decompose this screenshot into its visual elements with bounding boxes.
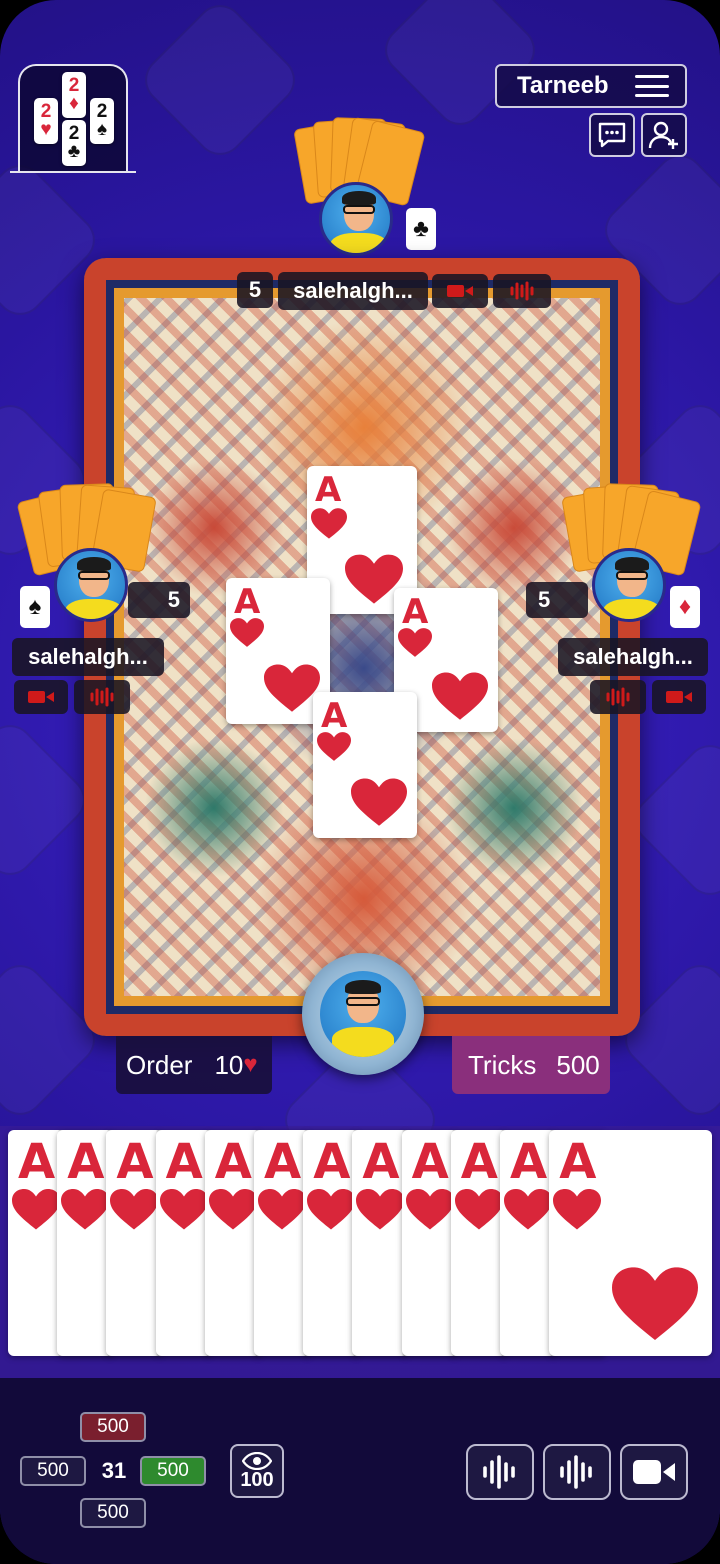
- heart-icon: [159, 1189, 208, 1230]
- score-center: 31: [101, 1458, 127, 1483]
- video-button[interactable]: [620, 1444, 688, 1500]
- top-player-name: salehalgh...: [278, 272, 428, 310]
- trump-card-clubs: 2 ♣: [62, 120, 86, 166]
- chat-icon: [598, 122, 626, 148]
- heart-icon: [553, 1189, 602, 1230]
- card-rank: A: [116, 1134, 154, 1190]
- trump-card-hearts: 2 ♥: [34, 98, 58, 144]
- spectator-count: 100: [240, 1469, 274, 1491]
- card-rank: A: [411, 1134, 449, 1190]
- heart-icon: [504, 1189, 552, 1230]
- chat-button[interactable]: [589, 113, 635, 157]
- my-avatar[interactable]: [302, 953, 424, 1075]
- heart-icon: [356, 1189, 405, 1230]
- heart-icon: [230, 618, 264, 647]
- hand-card[interactable]: A: [549, 1130, 712, 1356]
- order-suit: ♥: [243, 1051, 258, 1078]
- card-rank: A: [18, 1134, 56, 1190]
- heart-icon: [611, 1267, 698, 1340]
- heart-icon: [351, 778, 407, 826]
- score-right: 500: [140, 1456, 206, 1486]
- hamburger-icon: [635, 75, 669, 97]
- order-label: Order: [126, 1049, 193, 1080]
- heart-icon: [208, 1189, 257, 1230]
- game-title: Tarneeb: [517, 72, 609, 99]
- right-player-video-toggle[interactable]: [652, 680, 706, 714]
- top-player-count: 5: [237, 272, 273, 308]
- score-top: 500: [80, 1412, 146, 1442]
- card-rank: A: [362, 1134, 400, 1190]
- top-player-avatar[interactable]: [319, 182, 393, 256]
- trump-card-diamonds: 2 ♦: [62, 72, 86, 118]
- right-player-count: 5: [526, 582, 588, 618]
- card-rank: A: [165, 1134, 203, 1190]
- played-card-bottom: A: [313, 692, 417, 838]
- top-player-bid-suit: ♣: [406, 208, 436, 250]
- add-user-icon: [648, 121, 678, 149]
- left-player-count: 5: [128, 582, 190, 618]
- left-player-audio-toggle[interactable]: [74, 680, 130, 714]
- audio-wave-icon: [560, 1455, 592, 1489]
- audio-wave-icon: [90, 687, 114, 707]
- trump-indicator: 2 ♥ 2 ♦ 2 ♣ 2 ♠: [18, 64, 128, 172]
- heart-icon: [264, 664, 320, 712]
- spectators-button[interactable]: 100: [230, 1444, 284, 1498]
- left-player-name: salehalgh...: [12, 638, 164, 676]
- top-player-video-toggle[interactable]: [432, 274, 488, 308]
- left-player-avatar[interactable]: [54, 548, 128, 622]
- heart-icon: [405, 1189, 454, 1230]
- top-player-audio-toggle[interactable]: [493, 274, 551, 308]
- heart-icon: [398, 628, 432, 657]
- left-player-bid-suit: ♠: [20, 586, 50, 628]
- order-display: Order 10 ♥: [116, 1036, 272, 1094]
- heart-icon: [432, 672, 488, 720]
- score-bottom: 500: [80, 1498, 146, 1528]
- card-rank: A: [264, 1134, 302, 1190]
- right-player-audio-toggle[interactable]: [590, 680, 646, 714]
- heart-icon: [307, 1189, 356, 1230]
- game-table-carpet: [84, 258, 640, 1036]
- trump-card-spades: 2 ♠: [90, 98, 114, 144]
- audio-button[interactable]: [543, 1444, 611, 1500]
- voice-button[interactable]: [466, 1444, 534, 1500]
- video-camera-icon: [633, 1460, 675, 1484]
- heart-icon: [454, 1189, 503, 1230]
- heart-icon: [311, 508, 347, 539]
- order-value: 10: [214, 1049, 244, 1080]
- card-rank: A: [559, 1134, 597, 1190]
- left-player-video-toggle[interactable]: [14, 680, 68, 714]
- invite-player-button[interactable]: [641, 113, 687, 157]
- card-rank: A: [460, 1134, 498, 1190]
- score-left: 500: [20, 1456, 86, 1486]
- right-player-avatar[interactable]: [592, 548, 666, 622]
- eye-icon: [242, 1452, 272, 1470]
- tricks-value: 500: [556, 1049, 600, 1080]
- heart-icon: [110, 1189, 159, 1230]
- card-rank: A: [214, 1134, 252, 1190]
- card-rank: A: [313, 1134, 351, 1190]
- audio-wave-icon: [606, 687, 630, 707]
- heart-icon: [61, 1189, 110, 1230]
- right-player-bid-suit: ♦: [670, 586, 700, 628]
- tricks-label: Tricks: [468, 1049, 537, 1080]
- card-rank: A: [67, 1134, 105, 1190]
- card-rank: A: [510, 1134, 548, 1190]
- tricks-display: Tricks 500: [452, 1036, 610, 1094]
- heart-icon: [12, 1189, 60, 1230]
- video-camera-icon: [447, 285, 473, 297]
- audio-wave-icon: [483, 1455, 515, 1489]
- video-camera-icon: [28, 691, 54, 703]
- heart-icon: [317, 732, 351, 761]
- divider: [10, 171, 136, 173]
- audio-wave-icon: [510, 281, 534, 301]
- video-camera-icon: [666, 691, 692, 703]
- game-screen: 2 ♥ 2 ♦ 2 ♣ 2 ♠ Tarneeb ♣ 5 salehalgh...…: [0, 0, 720, 1564]
- heart-icon: [258, 1189, 306, 1230]
- game-menu-button[interactable]: Tarneeb: [495, 64, 687, 108]
- right-player-name: salehalgh...: [558, 638, 708, 676]
